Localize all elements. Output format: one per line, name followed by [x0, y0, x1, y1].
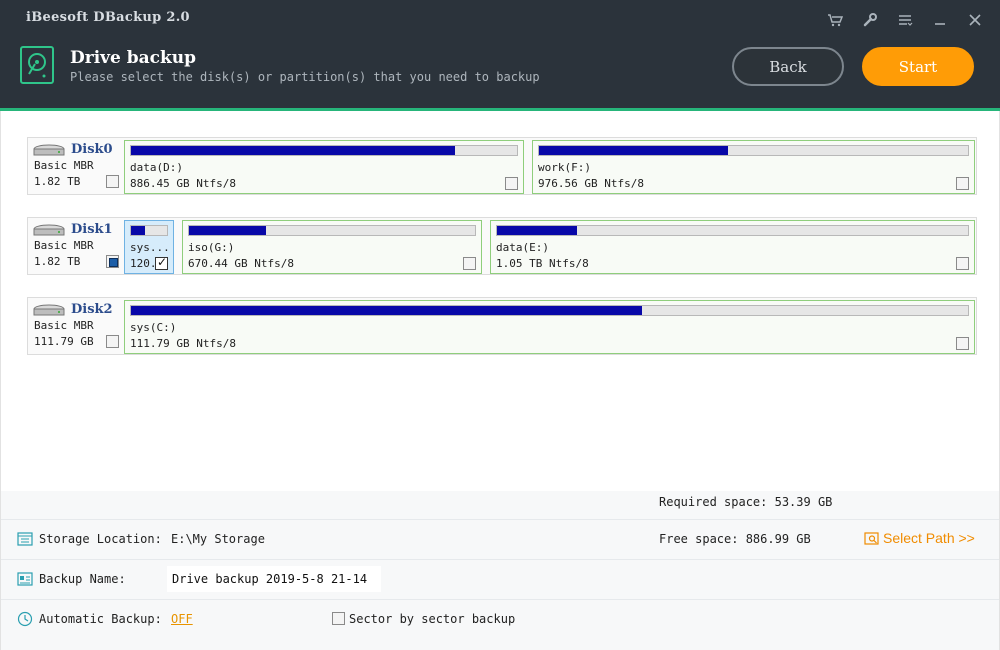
name-card-icon: [17, 572, 33, 586]
partition-checkbox[interactable]: [956, 257, 969, 270]
close-icon[interactable]: [957, 10, 992, 30]
usage-bar: [496, 225, 969, 236]
disk-size: 1.82 TB: [34, 175, 81, 188]
partition-label: work(F:): [538, 161, 591, 174]
storage-location-value: E:\My Storage: [171, 532, 265, 546]
disk-checkbox[interactable]: [106, 255, 119, 268]
usage-bar-fill: [131, 226, 146, 235]
partition-label: sys(C:): [130, 321, 177, 334]
partition-label: iso(G:): [188, 241, 235, 254]
partition-iso-g[interactable]: iso(G:) 670.44 GB Ntfs/8: [182, 220, 482, 274]
automatic-backup-toggle[interactable]: OFF: [171, 612, 193, 626]
hard-disk-icon: [33, 304, 65, 316]
menu-icon[interactable]: [887, 10, 922, 30]
select-path-label: Select Path >>: [883, 530, 975, 546]
partition-size: 976.56 GB Ntfs/8: [538, 177, 644, 190]
partition-data-d[interactable]: data(D:) 886.45 GB Ntfs/8: [124, 140, 524, 194]
disk-checkbox[interactable]: [106, 335, 119, 348]
required-space: Required space: 53.39 GB: [659, 495, 833, 509]
usage-bar: [130, 145, 518, 156]
disk-name: Disk2: [71, 302, 113, 317]
disk-name: Disk0: [71, 142, 113, 157]
usage-bar-fill: [539, 146, 728, 155]
disk-row-disk1: Disk1 Basic MBR 1.82 TB sys... 120. iso(…: [27, 217, 977, 275]
wrench-icon[interactable]: [852, 10, 887, 30]
partition-size: 886.45 GB Ntfs/8: [130, 177, 236, 190]
automatic-backup-row: Automatic Backup: OFF Sector by sector b…: [1, 599, 999, 639]
partition-size: 670.44 GB Ntfs/8: [188, 257, 294, 270]
select-path-link[interactable]: Select Path >>: [864, 530, 975, 546]
usage-bar-fill: [131, 306, 642, 315]
partition-size: 1.05 TB Ntfs/8: [496, 257, 589, 270]
partition-size: 111.79 GB Ntfs/8: [130, 337, 236, 350]
storage-location-row: Storage Location: E:\My Storage Free spa…: [1, 519, 999, 559]
partition-work-f[interactable]: work(F:) 976.56 GB Ntfs/8: [532, 140, 975, 194]
window-controls: [817, 10, 992, 30]
partition-checkbox[interactable]: [956, 337, 969, 350]
hard-disk-icon: [33, 224, 65, 236]
drive-backup-icon: [20, 46, 54, 84]
disk-info: Disk2 Basic MBR 111.79 GB: [28, 298, 124, 354]
usage-bar: [130, 225, 168, 236]
disk-type: Basic MBR: [34, 159, 94, 172]
usage-bar-fill: [131, 146, 456, 155]
sector-backup-checkbox[interactable]: [332, 612, 345, 625]
page-subtitle: Please select the disk(s) or partition(s…: [70, 70, 540, 84]
backup-settings: Required space: 53.39 GB Storage Locatio…: [0, 491, 1000, 650]
partition-data-e[interactable]: data(E:) 1.05 TB Ntfs/8: [490, 220, 975, 274]
app-title: iBeesoft DBackup 2.0: [26, 10, 190, 25]
usage-bar: [538, 145, 969, 156]
disk-name: Disk1: [71, 222, 113, 237]
partition-checkbox[interactable]: [155, 255, 168, 270]
partition-checkbox[interactable]: [463, 257, 476, 270]
free-space: Free space: 886.99 GB: [659, 532, 811, 546]
partition-label: data(E:): [496, 241, 549, 254]
disk-type: Basic MBR: [34, 239, 94, 252]
backup-name-label: Backup Name:: [39, 572, 126, 586]
storage-icon: [17, 532, 33, 546]
sector-backup-label: Sector by sector backup: [349, 612, 516, 626]
start-button[interactable]: Start: [862, 47, 974, 86]
disk-info: Disk1 Basic MBR 1.82 TB: [28, 218, 124, 274]
disk-info: Disk0 Basic MBR 1.82 TB: [28, 138, 124, 194]
clock-icon: [17, 611, 33, 627]
partition-sys-c[interactable]: sys(C:) 111.79 GB Ntfs/8: [124, 300, 975, 354]
partition-size: 120.: [130, 257, 154, 270]
partition-checkbox[interactable]: [505, 177, 518, 190]
usage-bar: [188, 225, 476, 236]
usage-bar-fill: [497, 226, 578, 235]
minimize-icon[interactable]: [922, 10, 957, 30]
disk-row-disk0: Disk0 Basic MBR 1.82 TB data(D:) 886.45 …: [27, 137, 977, 195]
partition-sys-reserved[interactable]: sys... 120.: [124, 220, 174, 274]
folder-search-icon: [864, 532, 879, 545]
partition-label: sys...: [130, 241, 170, 254]
backup-name-row: Backup Name:: [1, 559, 999, 599]
disk-list: Disk0 Basic MBR 1.82 TB data(D:) 886.45 …: [0, 111, 1000, 491]
partition-label: data(D:): [130, 161, 183, 174]
disk-size: 1.82 TB: [34, 255, 81, 268]
usage-bar-fill: [189, 226, 267, 235]
title-bar: iBeesoft DBackup 2.0 Drive backup Please…: [0, 0, 1000, 108]
back-button[interactable]: Back: [732, 47, 844, 86]
disk-row-disk2: Disk2 Basic MBR 111.79 GB sys(C:) 111.79…: [27, 297, 977, 355]
storage-location-label: Storage Location:: [39, 532, 162, 546]
disk-checkbox[interactable]: [106, 175, 119, 188]
page-title: Drive backup: [70, 48, 197, 68]
hard-disk-icon: [33, 144, 65, 156]
disk-size: 111.79 GB: [34, 335, 94, 348]
cart-icon[interactable]: [817, 10, 852, 30]
disk-type: Basic MBR: [34, 319, 94, 332]
backup-name-input[interactable]: [167, 566, 381, 592]
usage-bar: [130, 305, 969, 316]
automatic-backup-label: Automatic Backup:: [39, 612, 162, 626]
partition-checkbox[interactable]: [956, 177, 969, 190]
